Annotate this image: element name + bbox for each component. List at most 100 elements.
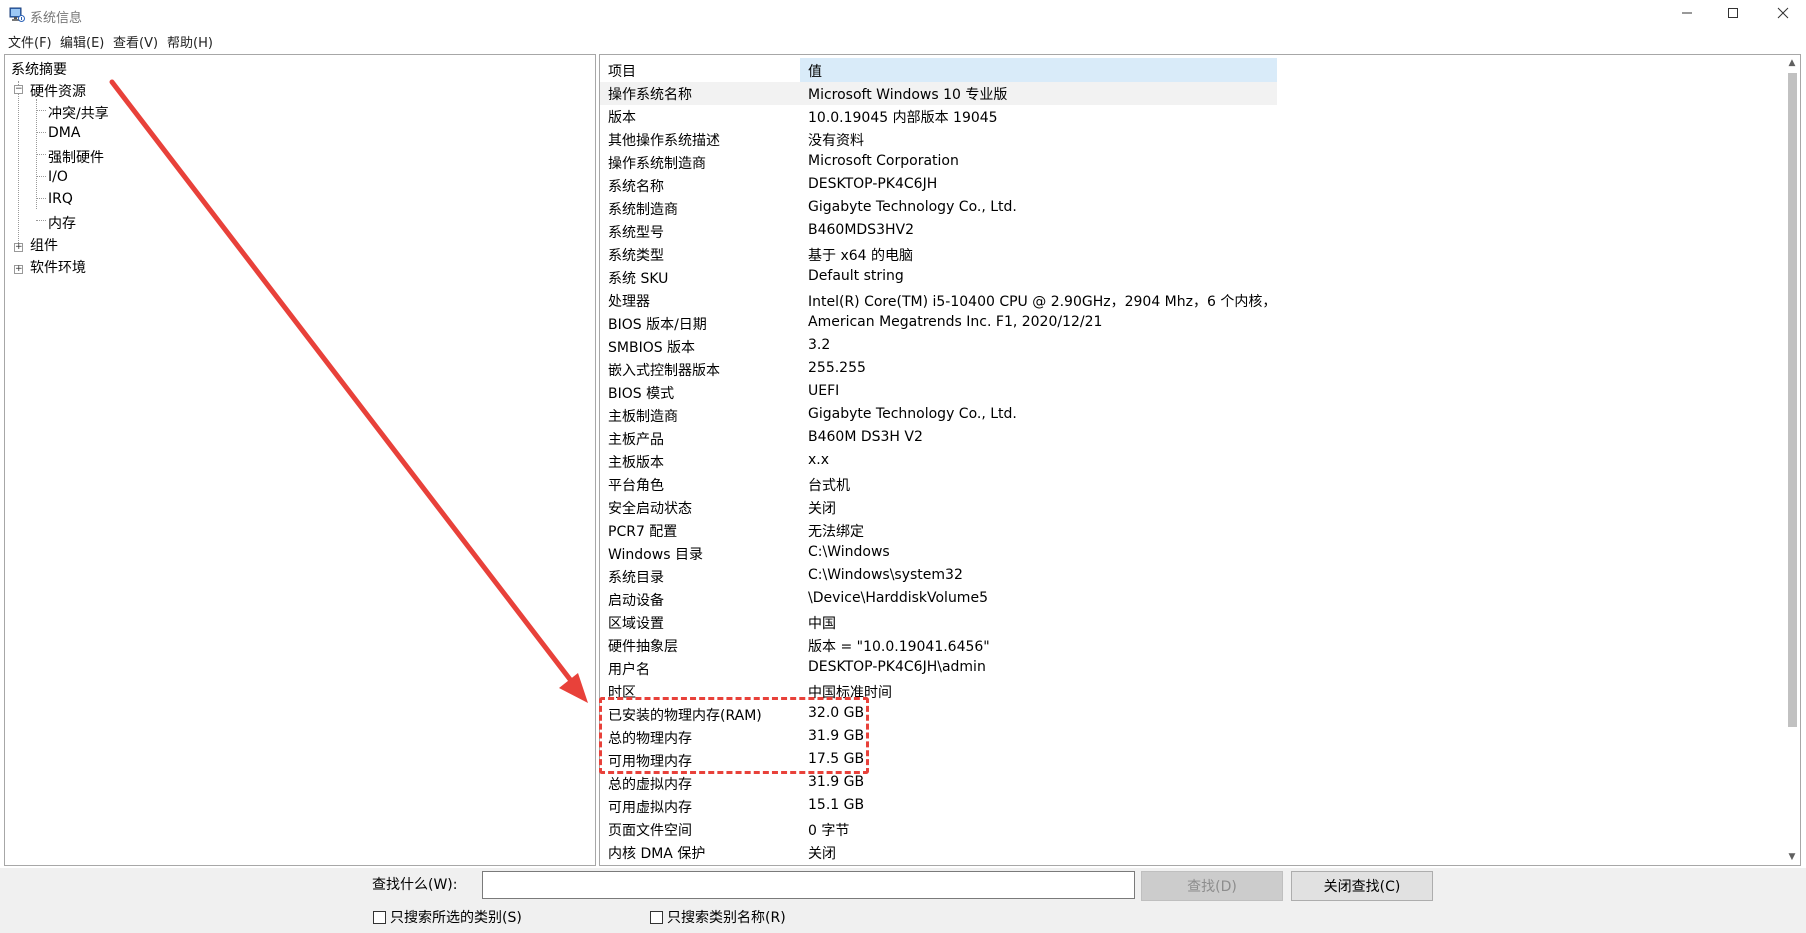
table-row[interactable]: 版本 10.0.19045 内部版本 19045 (600, 105, 1776, 128)
row-item-value: 关闭 (808, 501, 836, 517)
row-item-name: 平台角色 (608, 478, 664, 494)
find-label: 查找什么(W): (372, 877, 458, 893)
collapse-icon[interactable]: − (14, 85, 23, 94)
table-row[interactable]: 已安装的物理内存(RAM) 32.0 GB (600, 703, 1776, 726)
menu-file[interactable]: 文件(F) (8, 32, 52, 51)
table-row[interactable]: 系统制造商 Gigabyte Technology Co., Ltd. (600, 197, 1776, 220)
row-item-value: Gigabyte Technology Co., Ltd. (808, 199, 1017, 215)
tree-item-forced-hardware[interactable]: 强制硬件 (48, 147, 104, 167)
column-header-item[interactable]: 项目 (600, 58, 800, 82)
table-row[interactable]: 可用物理内存 17.5 GB (600, 749, 1776, 772)
close-button[interactable] (1760, 0, 1806, 30)
table-row[interactable]: Windows 目录 C:\Windows (600, 542, 1776, 565)
row-item-name: 区域设置 (608, 616, 664, 632)
find-button[interactable]: 查找(D) (1141, 871, 1283, 901)
search-bar: 查找什么(W): 查找(D) 关闭查找(C) 只搜索所选的类别(S) 只搜索类别… (0, 868, 1806, 933)
row-item-value: 17.5 GB (808, 751, 865, 767)
tree-item-memory[interactable]: 内存 (48, 213, 76, 233)
expand-icon[interactable]: + (14, 265, 23, 274)
row-item-name: 时区 (608, 685, 636, 701)
row-item-value: C:\Windows (808, 544, 890, 560)
row-item-name: 已安装的物理内存(RAM) (608, 708, 762, 724)
table-row[interactable]: 主板制造商 Gigabyte Technology Co., Ltd. (600, 404, 1776, 427)
table-row[interactable]: 系统类型 基于 x64 的电脑 (600, 243, 1776, 266)
row-item-name: SMBIOS 版本 (608, 340, 696, 356)
tree-connector (36, 220, 46, 221)
table-row[interactable]: 启动设备 \Device\HarddiskVolume5 (600, 588, 1776, 611)
maximize-button[interactable] (1710, 0, 1756, 30)
row-item-name: 可用物理内存 (608, 754, 692, 770)
menu-edit[interactable]: 编辑(E) (60, 32, 104, 51)
row-item-value: DESKTOP-PK4C6JH\admin (808, 659, 986, 675)
menu-view[interactable]: 查看(V) (113, 32, 158, 51)
row-item-name: 启动设备 (608, 593, 664, 609)
tree-item-io[interactable]: I/O (48, 169, 68, 185)
tree-connector (36, 132, 46, 133)
table-row[interactable]: 嵌入式控制器版本 255.255 (600, 358, 1776, 381)
table-row[interactable]: 其他操作系统描述 没有资料 (600, 128, 1776, 151)
table-row[interactable]: SMBIOS 版本 3.2 (600, 335, 1776, 358)
system-info-app-icon (9, 7, 25, 23)
list-header: 项目 值 (600, 58, 1776, 82)
table-row[interactable]: 可用虚拟内存 15.1 GB (600, 795, 1776, 818)
table-row[interactable]: 安全启动状态 关闭 (600, 496, 1776, 519)
table-row[interactable]: 系统 SKU Default string (600, 266, 1776, 289)
tree-item-dma[interactable]: DMA (48, 125, 80, 141)
table-row[interactable]: 主板产品 B460M DS3H V2 (600, 427, 1776, 450)
close-find-button[interactable]: 关闭查找(C) (1291, 871, 1433, 901)
tree-item-irq[interactable]: IRQ (48, 191, 73, 207)
table-row[interactable]: BIOS 模式 UEFI (600, 381, 1776, 404)
scroll-down-icon[interactable]: ▼ (1784, 849, 1800, 865)
row-item-value: 10.0.19045 内部版本 19045 (808, 110, 998, 126)
table-row[interactable]: 总的物理内存 31.9 GB (600, 726, 1776, 749)
search-category-names-checkbox[interactable]: 只搜索类别名称(R) (650, 907, 786, 927)
row-item-value: 31.9 GB (808, 728, 865, 744)
row-item-value: 基于 x64 的电脑 (808, 248, 913, 264)
scroll-up-icon[interactable]: ▲ (1784, 55, 1800, 71)
table-row[interactable]: 总的虚拟内存 31.9 GB (600, 772, 1776, 795)
details-list[interactable]: 项目 值 操作系统名称 Microsoft Windows 10 专业版版本 10.… (599, 54, 1801, 866)
table-row[interactable]: 主板版本 x.x (600, 450, 1776, 473)
table-row[interactable]: 硬件抽象层 版本 = "10.0.19041.6456" (600, 634, 1776, 657)
find-input[interactable] (482, 871, 1135, 899)
table-row[interactable]: 处理器 Intel(R) Core(TM) i5-10400 CPU @ 2.90… (600, 289, 1776, 312)
row-item-name: 可用虚拟内存 (608, 800, 692, 816)
row-item-value: 没有资料 (808, 133, 864, 149)
table-row[interactable]: 平台角色 台式机 (600, 473, 1776, 496)
table-row[interactable]: 系统型号 B460MDS3HV2 (600, 220, 1776, 243)
table-row[interactable]: 区域设置 中国 (600, 611, 1776, 634)
row-item-value: B460M DS3H V2 (808, 429, 923, 445)
table-row[interactable]: 系统目录 C:\Windows\system32 (600, 565, 1776, 588)
table-row[interactable]: 内核 DMA 保护 关闭 (600, 841, 1776, 864)
tree-connector (18, 81, 19, 243)
checkbox-box[interactable] (373, 910, 386, 924)
minimize-button[interactable] (1664, 0, 1710, 30)
row-item-name: 系统型号 (608, 225, 664, 241)
table-row[interactable]: 页面文件空间 0 字节 (600, 818, 1776, 841)
table-row[interactable]: 操作系统制造商 Microsoft Corporation (600, 151, 1776, 174)
scroll-thumb[interactable] (1788, 73, 1797, 727)
row-item-value: Intel(R) Core(TM) i5-10400 CPU @ 2.90GHz… (808, 294, 1277, 310)
table-row[interactable]: 操作系统名称 Microsoft Windows 10 专业版 (600, 82, 1776, 105)
row-item-value: 无法绑定 (808, 524, 864, 540)
tree-item-conflicts[interactable]: 冲突/共享 (48, 103, 109, 123)
table-row[interactable]: PCR7 配置 无法绑定 (600, 519, 1776, 542)
column-header-value[interactable]: 值 (800, 58, 1277, 82)
expand-icon[interactable]: + (14, 243, 23, 252)
table-row[interactable]: 系统名称 DESKTOP-PK4C6JH (600, 174, 1776, 197)
menu-help[interactable]: 帮助(H) (167, 32, 213, 51)
tree-item-system-summary[interactable]: 系统摘要 (11, 59, 67, 79)
table-row[interactable]: 时区 中国标准时间 (600, 680, 1776, 703)
category-tree[interactable]: 系统摘要 − 硬件资源 冲突/共享 DMA 强制硬件 I/O IRQ 内存 + … (4, 54, 596, 866)
row-item-value: 中国 (808, 616, 836, 632)
tree-item-hardware-resources[interactable]: 硬件资源 (30, 81, 86, 101)
search-selected-category-checkbox[interactable]: 只搜索所选的类别(S) (373, 907, 522, 927)
table-row[interactable]: BIOS 版本/日期 American Megatrends Inc. F1, 2… (600, 312, 1776, 335)
row-item-name: 系统制造商 (608, 202, 678, 218)
vertical-scrollbar[interactable]: ▲ ▼ (1784, 55, 1800, 865)
tree-item-components[interactable]: 组件 (30, 235, 58, 255)
row-item-name: 版本 (608, 110, 636, 126)
checkbox-box[interactable] (650, 910, 663, 924)
table-row[interactable]: 用户名 DESKTOP-PK4C6JH\admin (600, 657, 1776, 680)
tree-item-software-environment[interactable]: 软件环境 (30, 257, 86, 277)
